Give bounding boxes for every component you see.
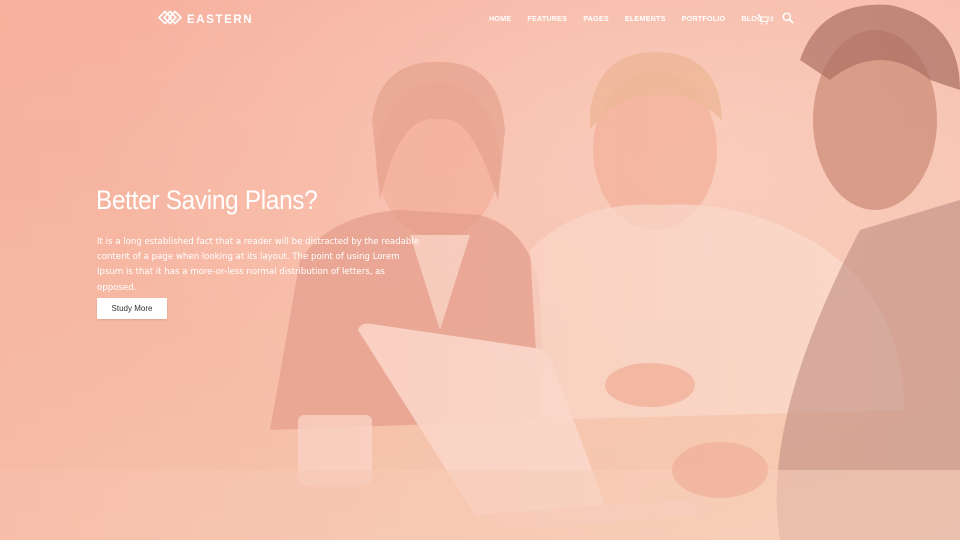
main-menu: HOME FEATURES PAGES ELEMENTS PORTFOLIO B…: [489, 14, 763, 23]
cart-count-badge: 2: [770, 16, 774, 23]
hero-description: It is a long established fact that a rea…: [97, 237, 420, 293]
brand-logo[interactable]: EASTERN: [157, 10, 254, 30]
search-button[interactable]: [782, 11, 794, 29]
nav-item-home[interactable]: HOME: [489, 14, 511, 23]
study-more-button[interactable]: Study More: [97, 298, 167, 319]
search-icon: [782, 11, 794, 28]
diamond-chain-logo-icon: [157, 10, 183, 30]
nav-item-pages[interactable]: PAGES: [583, 14, 609, 23]
cart-button[interactable]: 2: [757, 12, 774, 30]
nav-item-elements[interactable]: ELEMENTS: [625, 14, 666, 23]
nav-item-portfolio[interactable]: PORTFOLIO: [682, 14, 726, 23]
nav-item-features[interactable]: FEATURES: [527, 14, 567, 23]
brand-name: EASTERN: [187, 14, 254, 26]
top-navigation: EASTERN HOME FEATURES PAGES ELEMENTS POR…: [0, 0, 960, 40]
cart-icon: [757, 12, 770, 30]
hero-title: Better Saving Plans?: [96, 185, 318, 215]
